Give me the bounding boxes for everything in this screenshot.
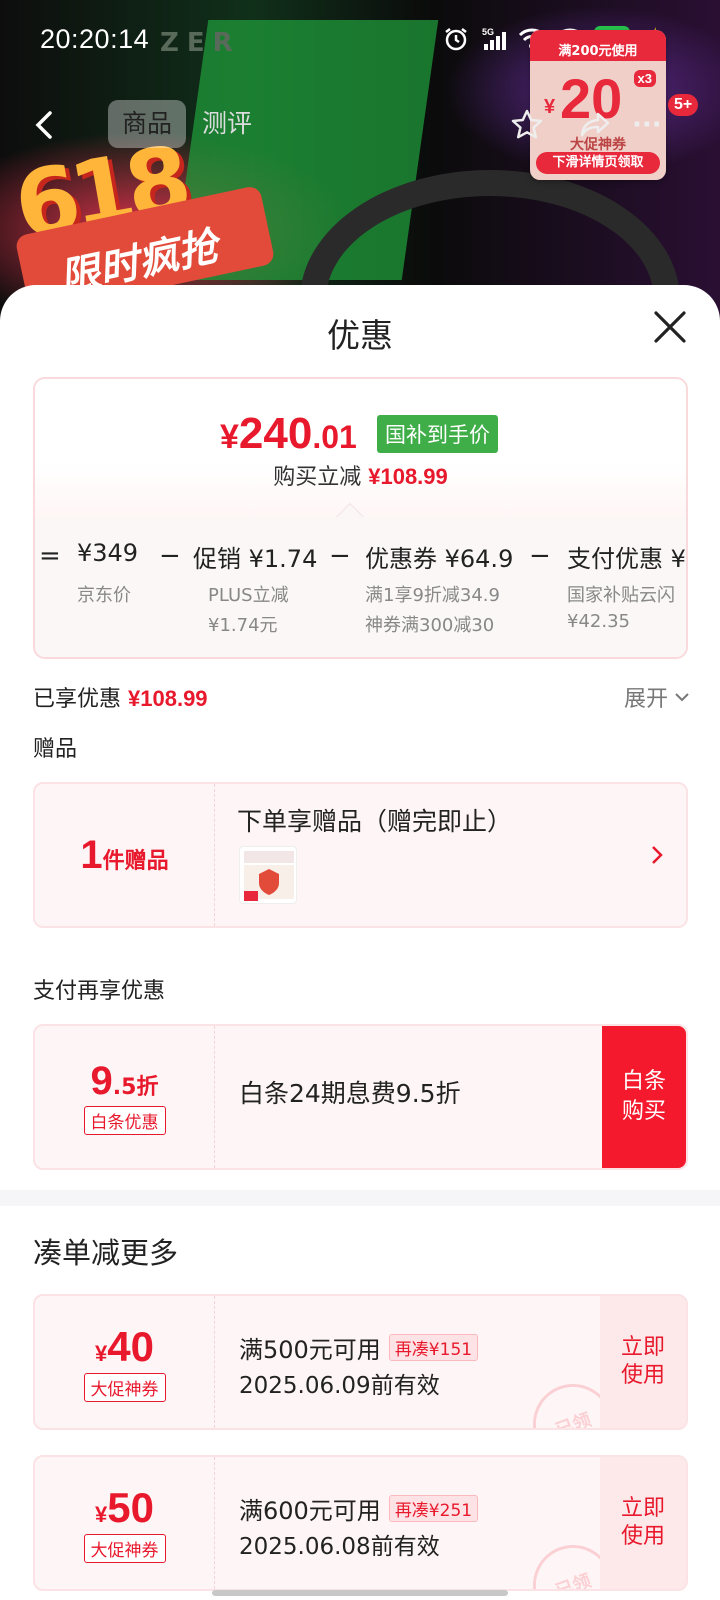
enjoyed-discount-label: 已享优惠 [33, 687, 122, 712]
promo-coupon-button[interactable]: 下滑详情页领取 [536, 152, 660, 174]
use-coupon-label: 立即 使用 [620, 1496, 665, 1549]
gift-section-label: 赠品 [33, 737, 78, 762]
coupon-amount: ¥40 [95, 1323, 154, 1371]
baitiao-discount-decimal: .5折 [112, 1075, 159, 1100]
breakdown-sub2: ¥42.35 [567, 611, 630, 632]
more-icon[interactable]: ··· [632, 110, 662, 140]
breakdown-main: 优惠券 ¥64.9 [365, 545, 514, 573]
home-indicator[interactable] [212, 1590, 508, 1596]
gift-count: 1件赠品 [80, 833, 168, 878]
breakdown-sub: 国家补贴云闪 [567, 585, 675, 606]
coupon-condition: 满500元可用 再凑¥151 [239, 1330, 479, 1365]
breakdown-sub: 满1享9折减34.9 [365, 585, 500, 606]
use-coupon-label: 立即 使用 [620, 1335, 665, 1388]
purchase-reduction: 购买立减 ¥108.99 [35, 459, 686, 491]
baitiao-discount-panel: 9.5折 白条优惠 [35, 1026, 215, 1168]
coupon-validity: 2025.06.09前有效 [239, 1373, 440, 1399]
coupon-extra-tag: 再凑¥151 [388, 1334, 479, 1361]
baitiao-discount-integer: 9 [90, 1059, 113, 1103]
use-coupon-button[interactable]: 立即 使用 [600, 1296, 686, 1428]
coupon-amount: ¥50 [95, 1484, 154, 1532]
breakdown-sub2: ¥1.74元 [208, 615, 278, 636]
cellular-signal-icon: 5G [480, 26, 508, 52]
final-price-integer: 240 [238, 409, 313, 458]
coupon-amount-value: 50 [107, 1483, 154, 1531]
coupon-extra-tag: 再凑¥251 [388, 1495, 479, 1522]
final-price: ¥240.01 [220, 409, 357, 459]
coupon-amount-value: 40 [107, 1322, 154, 1370]
coupon-currency: ¥ [95, 1501, 108, 1527]
coupon-card[interactable]: ¥40 大促神券 满500元可用 再凑¥151 2025.06.09前有效 已领… [33, 1294, 688, 1430]
coupon-validity: 2025.06.08前有效 [239, 1534, 440, 1560]
breakdown-operator: − [159, 541, 181, 571]
breakdown-sub: PLUS立减 [208, 585, 289, 606]
coupon-condition-text: 满500元可用 [239, 1336, 381, 1364]
baitiao-tag: 白条优惠 [83, 1106, 166, 1135]
subsidy-price-tag: 国补到手价 [377, 415, 498, 453]
status-time: 20:20:14 [40, 24, 150, 54]
promo-coupon-card[interactable]: 满200元使用 ¥ 20 x3 大促神券 下滑详情页领取 [530, 30, 666, 180]
discount-sheet: 优惠 ¥240.01 国补到手价 购买立减 ¥108.99 = ¥349 京东价… [0, 285, 720, 1600]
baitiao-buy-button[interactable]: 白条 购买 [602, 1026, 686, 1168]
coupon-condition-text: 满600元可用 [239, 1497, 381, 1525]
gift-count-unit: 件赠品 [102, 848, 169, 874]
coupon-amount-panel: ¥40 大促神券 [35, 1296, 215, 1428]
baitiao-buy-label: 白条 购买 [621, 1069, 666, 1124]
final-price-decimal: .01 [312, 419, 357, 455]
promo-coupon-condition: 满200元使用 [530, 30, 666, 61]
expand-toggle[interactable]: 展开 [624, 681, 690, 713]
back-icon[interactable] [30, 105, 60, 145]
price-breakdown[interactable]: = ¥349 京东价 − 促销 ¥1.74 PLUS立减 ¥1.74元 − 优惠… [35, 517, 686, 657]
more-discounts-title: 凑单减更多 [33, 1236, 179, 1270]
network-label: 5G [482, 27, 494, 37]
purchase-reduction-label: 购买立减 [273, 465, 362, 490]
tab-goods[interactable]: 商品 [108, 100, 187, 148]
breakdown-main: 支付优惠 ¥ [567, 545, 686, 573]
promo-coupon-multiplier: x3 [633, 70, 656, 87]
section-divider [0, 1190, 720, 1206]
promo-coupon-yen: ¥ [544, 96, 556, 118]
coupon-tag: 大促神券 [83, 1372, 166, 1402]
sheet-title: 优惠 [327, 316, 393, 355]
use-coupon-button[interactable]: 立即 使用 [600, 1457, 686, 1589]
favorite-icon[interactable] [510, 108, 544, 146]
coupon-amount-panel: ¥50 大促神券 [35, 1457, 215, 1589]
breakdown-sub2: 神券满300减30 [365, 615, 495, 636]
breakdown-operator: = [39, 541, 61, 571]
gift-count-number: 1 [80, 832, 103, 877]
coupon-tag: 大促神券 [83, 1533, 166, 1563]
breakdown-main: 促销 ¥1.74 [193, 545, 318, 573]
baitiao-discount-value: 9.5折 [91, 1059, 159, 1104]
final-price-currency: ¥ [220, 418, 239, 456]
baitiao-offer-card[interactable]: 9.5折 白条优惠 白条24期息费9.5折 白条 购买 [33, 1024, 688, 1170]
purchase-reduction-amount: ¥108.99 [368, 464, 448, 489]
breakdown-operator: − [329, 541, 351, 571]
expand-label: 展开 [623, 687, 668, 712]
price-summary-card: ¥240.01 国补到手价 购买立减 ¥108.99 = ¥349 京东价 − … [33, 377, 688, 659]
gift-title: 下单享赠品（赠完即止） [237, 807, 513, 836]
baitiao-offer-title: 白条24期息费9.5折 [239, 1079, 461, 1108]
pay-section-label: 支付再享优惠 [33, 979, 166, 1004]
enjoyed-discount-amount: ¥108.99 [128, 686, 208, 711]
enjoyed-discount: 已享优惠 ¥108.99 [33, 681, 208, 713]
breakdown-sub: 京东价 [77, 585, 131, 606]
alarm-icon [442, 26, 470, 52]
chevron-right-icon [650, 844, 664, 870]
price-summary-top [35, 379, 686, 517]
gift-thumbnail [239, 846, 297, 904]
coupon-card[interactable]: ¥50 大促神券 满600元可用 再凑¥251 2025.06.08前有效 已领… [33, 1455, 688, 1591]
gift-count-panel: 1件赠品 [35, 784, 215, 926]
notification-badge: 5+ [668, 94, 699, 116]
share-icon[interactable] [578, 108, 612, 146]
gift-card[interactable]: 1件赠品 下单享赠品（赠完即止） [33, 782, 688, 928]
chevron-down-icon [675, 693, 689, 702]
coupon-currency: ¥ [95, 1340, 108, 1366]
breakdown-operator: − [529, 541, 551, 571]
breakdown-main: ¥349 [77, 539, 139, 567]
close-icon[interactable] [650, 307, 690, 347]
coupon-condition: 满600元可用 再凑¥251 [239, 1491, 479, 1526]
tab-review[interactable]: 测评 [202, 100, 252, 148]
